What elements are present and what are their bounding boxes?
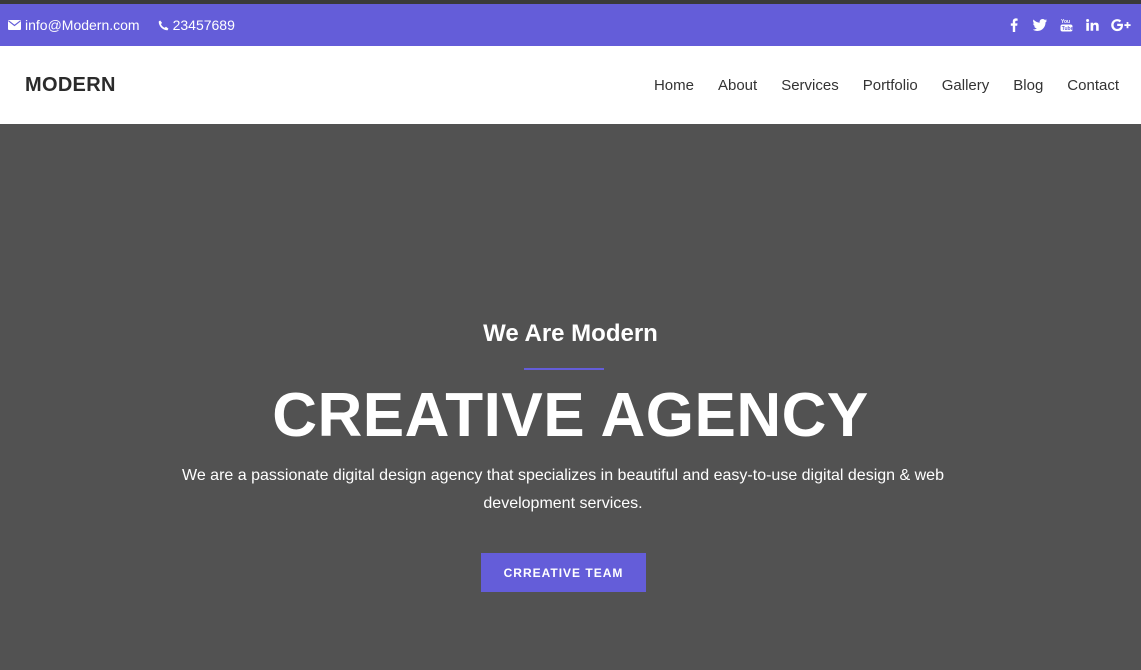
hero-divider [524, 368, 604, 370]
nav-link-home[interactable]: Home [654, 77, 694, 94]
email-text[interactable]: info@Modern.com [25, 17, 140, 33]
nav-link-about[interactable]: About [718, 77, 757, 94]
phone-text[interactable]: 23457689 [173, 17, 235, 33]
brand-logo[interactable]: MODERN [25, 74, 116, 97]
top-contact-bar: info@Modern.com 23457689 You Tube [0, 4, 1141, 46]
svg-text:You: You [1061, 19, 1070, 25]
hero-description: We are a passionate digital design agenc… [182, 467, 944, 512]
nav-link-services[interactable]: Services [781, 77, 839, 94]
contact-info: info@Modern.com 23457689 [8, 17, 235, 33]
youtube-icon[interactable]: You Tube [1059, 16, 1073, 34]
hero-section: We Are Modern CREATIVE AGENCY We are a p… [0, 124, 1141, 670]
google-plus-icon[interactable] [1111, 16, 1131, 34]
nav-link-gallery[interactable]: Gallery [942, 77, 990, 94]
hero-subtitle: We Are Modern [483, 320, 658, 347]
hero-title: CREATIVE AGENCY [272, 381, 869, 450]
envelope-icon [8, 20, 21, 30]
nav-link-contact[interactable]: Contact [1067, 77, 1119, 94]
creative-team-button[interactable]: CRREATIVE TEAM [481, 553, 646, 592]
main-navbar: MODERN Home About Services Portfolio Gal… [0, 46, 1141, 124]
email-contact[interactable]: info@Modern.com [8, 17, 140, 33]
svg-text:Tube: Tube [1061, 26, 1072, 32]
nav-menu: Home About Services Portfolio Gallery Bl… [654, 77, 1119, 94]
twitter-icon[interactable] [1033, 16, 1047, 34]
social-links: You Tube [1007, 16, 1131, 34]
nav-link-portfolio[interactable]: Portfolio [863, 77, 918, 94]
phone-icon [158, 20, 169, 31]
phone-contact[interactable]: 23457689 [158, 17, 235, 33]
linkedin-icon[interactable] [1085, 16, 1099, 34]
nav-link-blog[interactable]: Blog [1013, 77, 1043, 94]
facebook-icon[interactable] [1007, 16, 1021, 34]
